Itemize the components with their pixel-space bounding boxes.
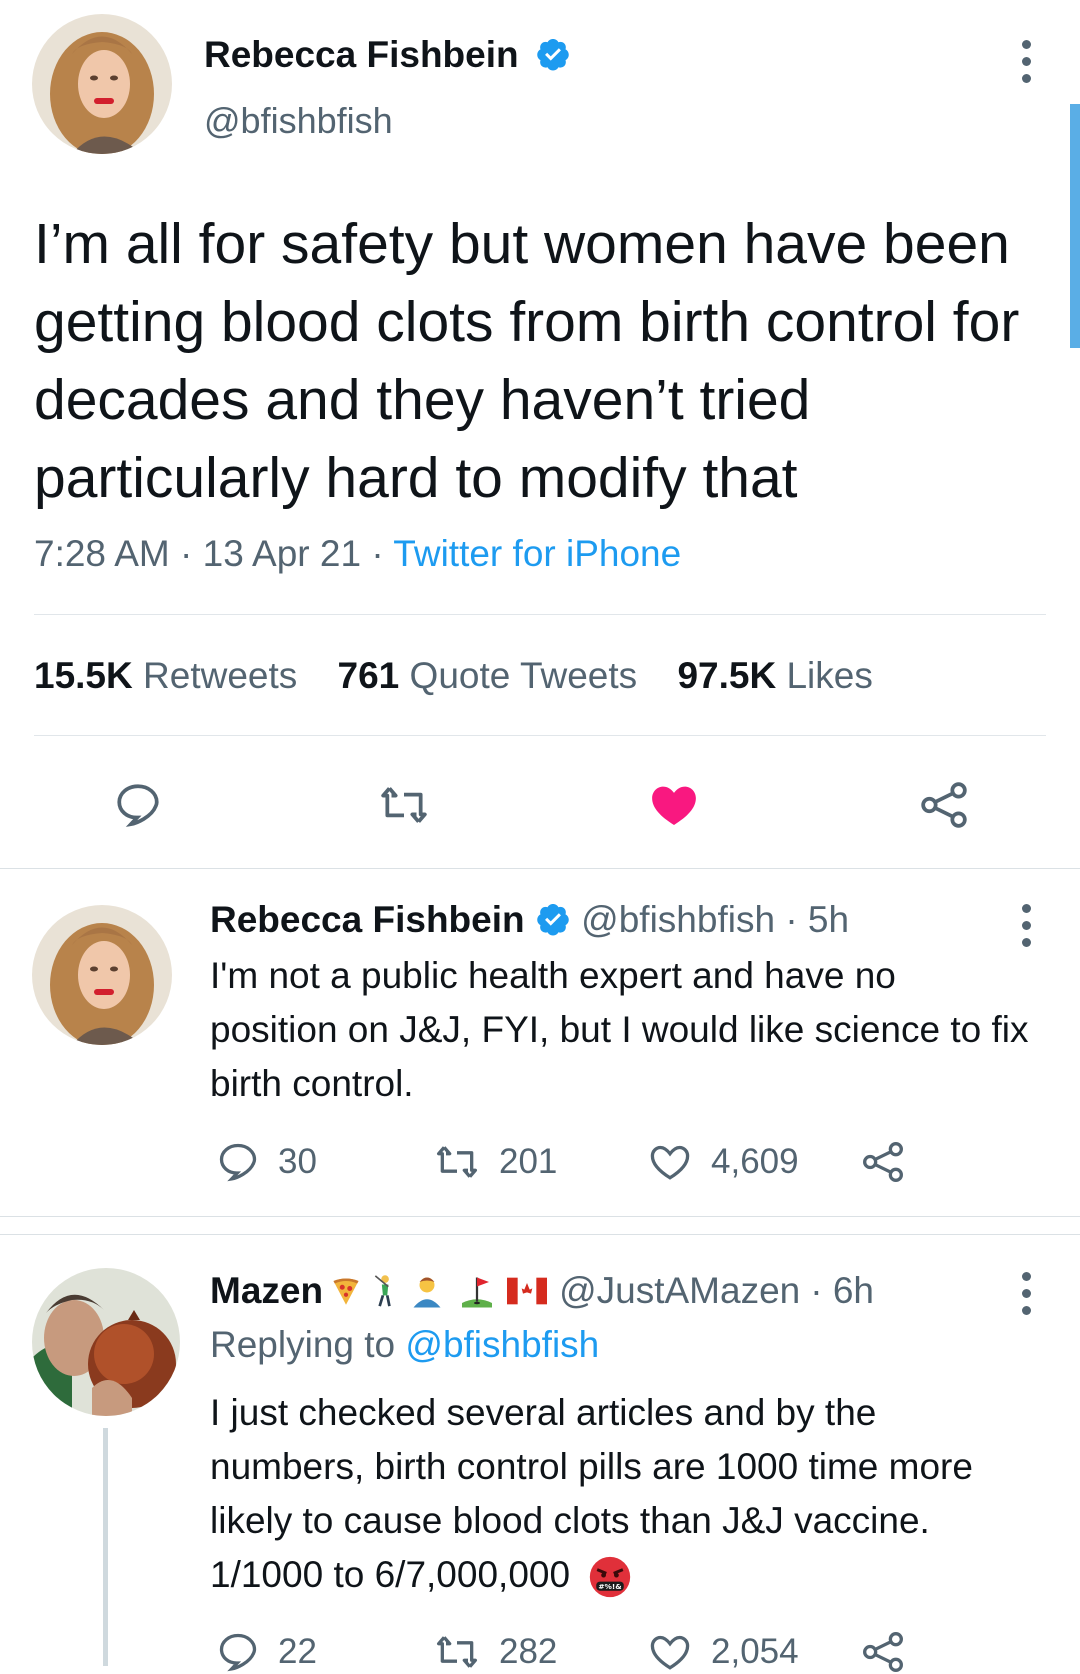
retweet-icon — [437, 1636, 477, 1668]
replying-to-handle-link[interactable]: @bfishbfish — [405, 1324, 599, 1365]
reply1-author-avatar[interactable] — [32, 905, 172, 1045]
verified-badge-icon — [537, 904, 569, 936]
reply-icon[interactable] — [113, 780, 163, 830]
reply2-author-handle[interactable]: @JustAMazen — [559, 1270, 800, 1312]
reply2-like-action[interactable]: 2,054 — [647, 1630, 799, 1674]
like-icon[interactable] — [648, 780, 700, 830]
tweet-meta: 7:28 AM · 13 Apr 21 · Twitter for iPhone — [34, 533, 681, 575]
reply-icon — [219, 1143, 257, 1182]
reply1-reply-count: 30 — [278, 1142, 317, 1181]
meta-separator: · — [371, 533, 384, 574]
reply2-text-block: I just checked several articles and by t… — [210, 1386, 1020, 1602]
more-options-icon[interactable] — [1020, 904, 1032, 955]
main-author-name-text: Rebecca Fishbein — [204, 34, 519, 75]
retweets-count: 15.5K — [34, 655, 133, 696]
meta-separator: · — [180, 533, 193, 574]
reply1-text: I'm not a public health expert and have … — [210, 955, 1029, 1104]
share-icon[interactable] — [860, 1630, 906, 1674]
retweets-label: Retweets — [143, 655, 298, 696]
reply1-reply-action[interactable]: 30 — [216, 1140, 317, 1184]
reply2-replying-to: Replying to @bfishbfish — [210, 1324, 599, 1366]
section-divider — [0, 1234, 1080, 1235]
reply1-retweet-action[interactable]: 201 — [433, 1140, 557, 1184]
likes-label: Likes — [786, 655, 873, 696]
retweet-icon — [437, 1146, 477, 1178]
reply2-reply-count: 22 — [278, 1632, 317, 1671]
thread-line — [103, 1428, 108, 1666]
likes-count: 97.5K — [677, 655, 777, 696]
person-emoji — [413, 1277, 441, 1308]
reply1-like-count: 4,609 — [711, 1142, 799, 1181]
reply1-retweet-count: 201 — [499, 1142, 558, 1181]
reply-icon — [219, 1633, 257, 1672]
main-author-avatar[interactable] — [32, 14, 172, 154]
divider — [34, 735, 1046, 736]
reply2-author-name[interactable]: Mazen — [210, 1270, 323, 1312]
reply2-name-emojis — [331, 1273, 548, 1309]
tweet-date: 13 Apr 21 — [202, 533, 362, 574]
main-author-handle[interactable]: @bfishbfish — [204, 100, 393, 142]
quotes-label: Quote Tweets — [409, 655, 638, 696]
section-divider — [0, 868, 1080, 869]
reply1-like-action[interactable]: 4,609 — [647, 1140, 799, 1184]
reply1-author-handle[interactable]: @bfishbfish — [581, 899, 775, 940]
verified-badge-icon — [537, 39, 569, 71]
like-icon — [650, 1635, 690, 1670]
likes-stat[interactable]: 97.5K Likes — [677, 655, 872, 696]
golfer-emoji — [374, 1275, 391, 1307]
share-icon[interactable] — [918, 780, 970, 830]
reply2-header: Mazen @JustAMazen · 6h — [210, 1270, 874, 1312]
quotes-stat[interactable]: 761 Quote Tweets — [338, 655, 638, 696]
reply1-age: · 5h — [785, 899, 850, 940]
golf-flag-emoji — [462, 1277, 493, 1308]
retweets-stat[interactable]: 15.5K Retweets — [34, 655, 297, 696]
reply1-header: Rebecca Fishbein @bfishbfish · 5h — [210, 899, 849, 941]
quotes-count: 761 — [337, 655, 400, 696]
canada-flag-emoji — [507, 1277, 548, 1305]
reply2-age: · 6h — [810, 1270, 874, 1311]
tweet-source-link[interactable]: Twitter for iPhone — [393, 533, 681, 574]
tweet-time: 7:28 AM — [34, 533, 170, 574]
share-icon[interactable] — [860, 1140, 906, 1184]
main-tweet-text: I’m all for safety but women have been g… — [34, 212, 1020, 510]
replying-to-label: Replying to — [210, 1324, 396, 1365]
reply2-reply-action[interactable]: 22 — [216, 1630, 317, 1674]
more-options-icon[interactable] — [1020, 1272, 1032, 1323]
like-icon — [650, 1145, 690, 1180]
pizza-emoji — [333, 1278, 359, 1305]
reply2-retweet-action[interactable]: 282 — [433, 1630, 557, 1674]
angry-face-emoji: #%!& — [590, 1557, 631, 1598]
reply2-author-avatar[interactable] — [32, 1268, 180, 1416]
tweet-stats: 15.5K Retweets 761 Quote Tweets 97.5K Li… — [34, 655, 873, 697]
angry-face-emoji-text: #%!& — [599, 1582, 623, 1591]
reply2-like-count: 2,054 — [711, 1632, 799, 1671]
scrollbar[interactable] — [1070, 104, 1080, 348]
section-divider — [0, 1216, 1080, 1217]
reply1-author-name[interactable]: Rebecca Fishbein — [210, 899, 525, 940]
main-author-name[interactable]: Rebecca Fishbein — [204, 34, 571, 76]
reply2-retweet-count: 282 — [499, 1632, 558, 1671]
more-options-icon[interactable] — [1020, 40, 1032, 91]
divider — [34, 614, 1046, 615]
retweet-icon[interactable] — [377, 780, 431, 830]
